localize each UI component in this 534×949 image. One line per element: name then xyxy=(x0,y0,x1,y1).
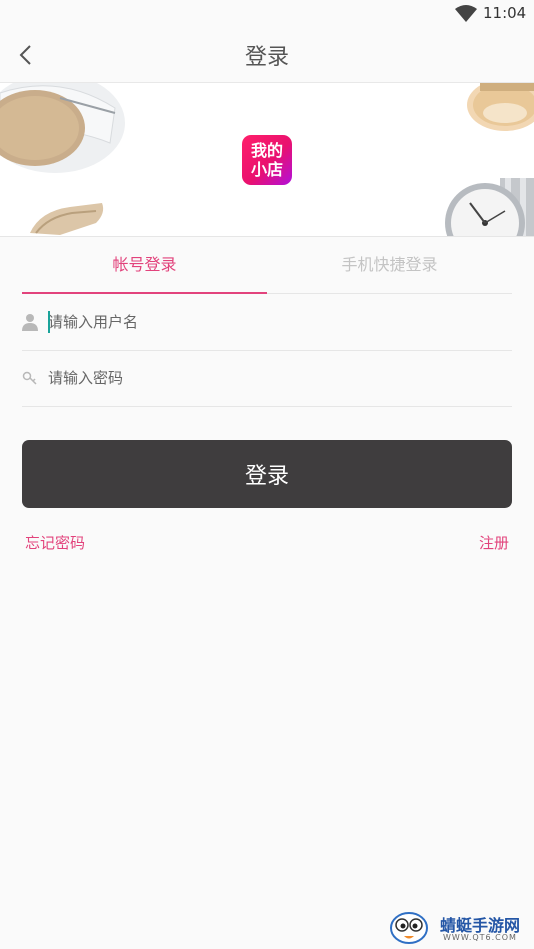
login-button[interactable]: 登录 xyxy=(22,440,512,508)
forgot-password-link[interactable]: 忘记密码 xyxy=(25,532,85,553)
site-watermark: 蜻蜓手游网 WWW.QT6.COM xyxy=(388,910,528,946)
register-link[interactable]: 注册 xyxy=(479,532,509,553)
dragonfly-mascot-icon xyxy=(390,912,428,944)
shoe-image xyxy=(30,203,104,235)
tab-phone-quick-login[interactable]: 手机快捷登录 xyxy=(267,240,512,294)
username-field-row xyxy=(22,295,512,351)
logo-line1: 我的 xyxy=(250,141,283,160)
key-icon xyxy=(22,371,37,385)
user-icon xyxy=(22,314,38,331)
logo-line2: 小店 xyxy=(250,160,283,179)
banner: 我的 小店 xyxy=(0,83,534,237)
status-time: 11:04 xyxy=(483,4,527,22)
tab-account-login[interactable]: 帐号登录 xyxy=(22,240,267,294)
app-logo: 我的 小店 xyxy=(242,135,292,185)
status-bar: 11:04 xyxy=(0,0,534,28)
watermark-url: WWW.QT6.COM xyxy=(443,933,517,942)
active-tab-indicator xyxy=(22,292,267,294)
wifi-icon xyxy=(455,5,477,22)
text-cursor xyxy=(48,311,50,333)
password-input[interactable] xyxy=(48,363,488,393)
password-field-row xyxy=(22,351,512,407)
app-bar: 登录 xyxy=(0,28,534,83)
username-input[interactable] xyxy=(48,307,488,337)
cushion-compact-image xyxy=(0,83,125,173)
page-title: 登录 xyxy=(244,45,289,70)
perfume-bottle-image xyxy=(467,83,534,131)
login-tabs: 帐号登录 手机快捷登录 xyxy=(22,240,512,294)
watch-image xyxy=(445,178,534,236)
